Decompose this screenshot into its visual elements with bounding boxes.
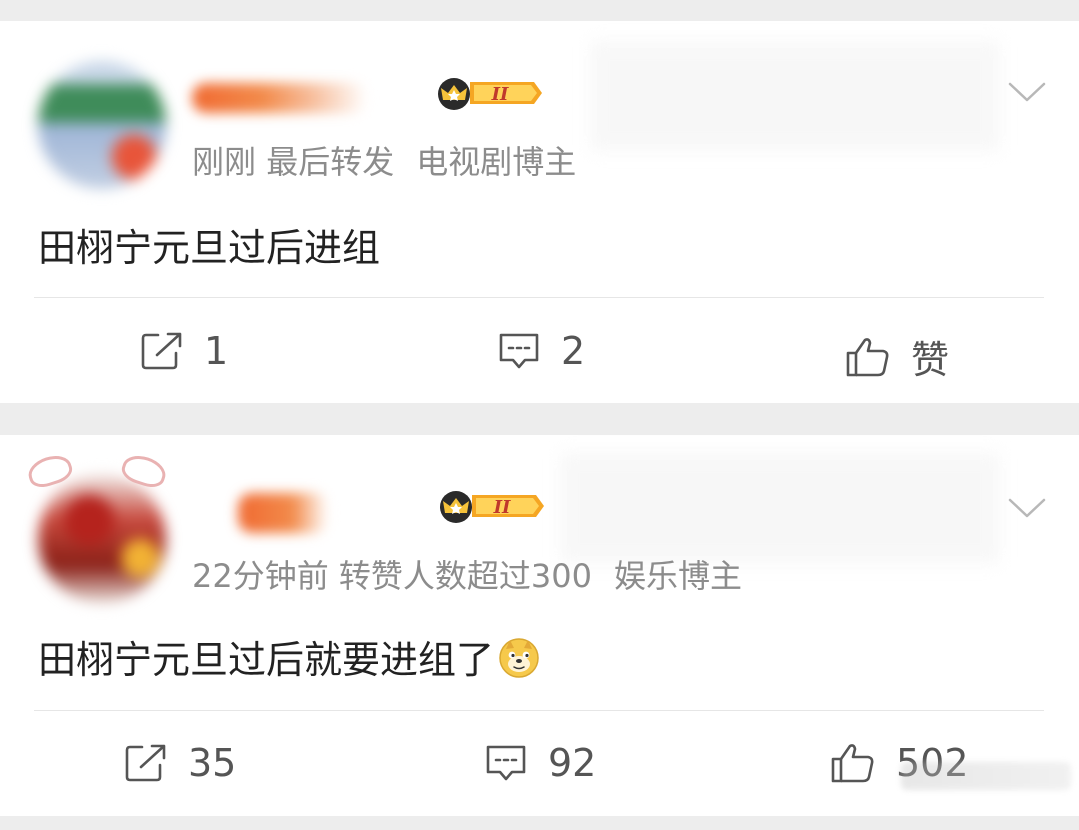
- name-area-blur: [590, 41, 1000, 151]
- post-card: II 刚刚 最后转发 电视剧博主 田栩宁元旦过后进组 1 2 赞: [0, 21, 1079, 403]
- badge-level: II: [491, 84, 509, 105]
- post-meta: 刚刚 最后转发 电视剧博主: [192, 137, 576, 183]
- comment-button[interactable]: 92: [484, 741, 596, 785]
- member-badge[interactable]: II: [432, 489, 544, 523]
- post-meta-extra: 转赞人数超过300: [338, 557, 592, 595]
- post-meta-extra: 最后转发: [266, 143, 395, 181]
- author-role: 娱乐博主: [614, 557, 743, 595]
- comment-button[interactable]: 2: [497, 329, 585, 373]
- chevron-down-icon[interactable]: [1008, 81, 1046, 103]
- repost-icon: [141, 332, 182, 370]
- post-meta: 22分钟前 转赞人数超过300 娱乐博主: [192, 551, 742, 597]
- repost-icon: [125, 744, 166, 782]
- comment-count: 92: [548, 741, 597, 785]
- watermark-blurred: [901, 762, 1071, 790]
- username-blurred[interactable]: [238, 493, 328, 533]
- like-icon: [846, 337, 889, 376]
- repost-button[interactable]: 35: [124, 741, 236, 785]
- repost-button[interactable]: 1: [140, 329, 228, 373]
- post-time: 刚刚: [192, 143, 257, 181]
- repost-count: 35: [188, 741, 237, 785]
- comment-count: 2: [561, 329, 586, 373]
- comment-icon: [486, 745, 526, 781]
- post-text[interactable]: 田栩宁元旦过后就要进组了: [38, 629, 540, 684]
- divider: [34, 710, 1044, 711]
- comment-icon: [499, 333, 539, 369]
- feed: II 刚刚 最后转发 电视剧博主 田栩宁元旦过后进组 1 2 赞 II 22分钟…: [0, 0, 1079, 830]
- avatar[interactable]: [38, 61, 166, 189]
- post-card: II 22分钟前 转赞人数超过300 娱乐博主 田栩宁元旦过后就要进组了 35 …: [0, 435, 1079, 816]
- doge-emoji-icon: [499, 638, 539, 678]
- post-text[interactable]: 田栩宁元旦过后进组: [38, 217, 380, 272]
- avatar[interactable]: [38, 475, 166, 603]
- repost-count: 1: [204, 329, 229, 373]
- like-label: 赞: [911, 338, 950, 382]
- divider: [34, 297, 1044, 298]
- like-button[interactable]: 赞: [845, 329, 949, 384]
- member-badge[interactable]: II: [430, 76, 542, 110]
- like-icon: [831, 744, 874, 783]
- name-area-blur: [560, 453, 1000, 563]
- crown-icon: [440, 491, 472, 523]
- author-role: 电视剧博主: [416, 143, 577, 181]
- badge-level: II: [493, 497, 511, 518]
- post-time: 22分钟前: [192, 557, 329, 595]
- crown-icon: [438, 78, 470, 110]
- username-blurred[interactable]: [192, 83, 367, 113]
- post-text-content: 田栩宁元旦过后就要进组了: [38, 638, 495, 682]
- chevron-down-icon[interactable]: [1008, 497, 1046, 519]
